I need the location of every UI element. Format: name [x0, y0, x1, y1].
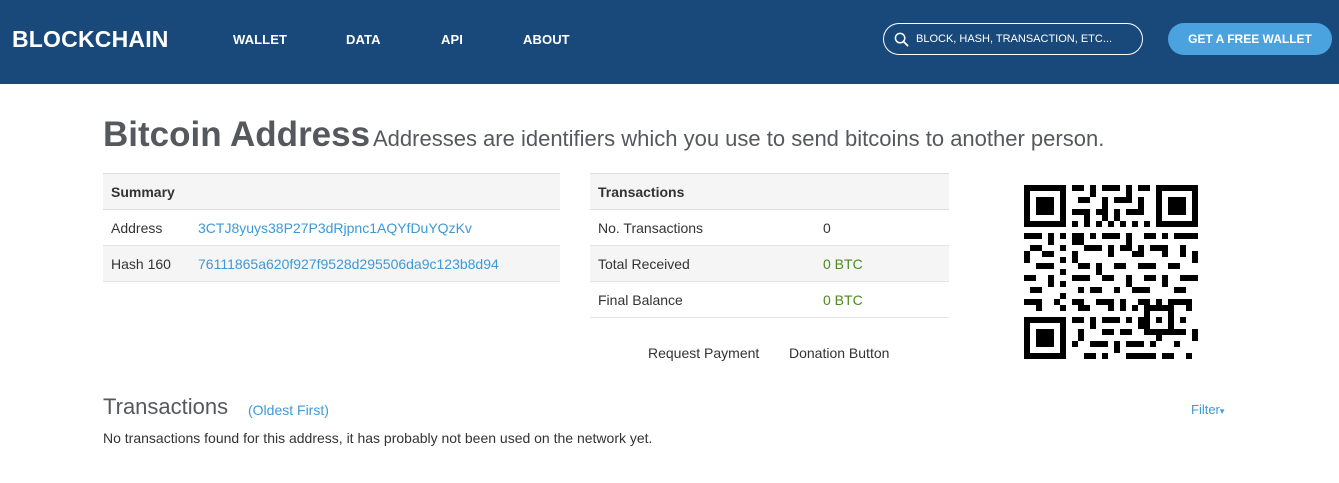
total-received-value: 0 BTC	[815, 245, 949, 282]
page-title: Bitcoin Address	[103, 115, 371, 154]
address-label: Address	[103, 209, 190, 246]
transactions-summary-table: Transactions No. Transactions 0 Total Re…	[590, 173, 949, 318]
search-box[interactable]	[883, 23, 1143, 55]
total-received-row: Total Received 0 BTC	[590, 245, 949, 282]
nav-about[interactable]: ABOUT	[523, 32, 570, 47]
tx-count-value: 0	[815, 209, 949, 246]
final-balance-value: 0 BTC	[815, 281, 949, 318]
empty-transactions-message: No transactions found for this address, …	[103, 430, 653, 446]
get-free-wallet-button[interactable]: GET A FREE WALLET	[1168, 23, 1332, 55]
final-balance-label: Final Balance	[590, 281, 815, 318]
transactions-heading: Transactions	[103, 394, 229, 419]
filter-dropdown[interactable]: Filter▾	[1191, 402, 1224, 417]
total-received-label: Total Received	[590, 245, 815, 282]
tx-count-row: No. Transactions 0	[590, 209, 949, 246]
nav-wallet[interactable]: WALLET	[233, 32, 287, 47]
filter-label: Filter	[1191, 402, 1220, 417]
hash160-label: Hash 160	[103, 245, 190, 282]
page-subtitle: Addresses are identifiers which you use …	[373, 126, 1105, 151]
nav-data[interactable]: DATA	[346, 32, 381, 47]
brand-logo[interactable]: BLOCKCHAIN	[12, 26, 169, 53]
final-balance-row: Final Balance 0 BTC	[590, 281, 949, 318]
address-value: 3CTJ8yuys38P27P3dRjpnc1AQYfDuYQzKv	[190, 209, 560, 246]
hash160-link[interactable]: 76111865a620f927f9528d295506da9c123b8d94	[198, 256, 499, 272]
caret-down-icon: ▾	[1219, 406, 1225, 416]
transactions-summary-header: Transactions	[590, 173, 949, 210]
summary-header: Summary	[103, 173, 560, 210]
search-input[interactable]	[916, 25, 1136, 53]
top-navbar: BLOCKCHAIN WALLET DATA API ABOUT GET A F…	[0, 0, 1339, 84]
tx-count-label: No. Transactions	[590, 209, 815, 246]
sort-order-toggle[interactable]: (Oldest First)	[248, 402, 329, 418]
request-payment-button[interactable]: Request Payment	[648, 345, 759, 361]
summary-row-address: Address 3CTJ8yuys38P27P3dRjpnc1AQYfDuYQz…	[103, 209, 560, 246]
hash160-value: 76111865a620f927f9528d295506da9c123b8d94	[190, 245, 560, 282]
summary-table: Summary Address 3CTJ8yuys38P27P3dRjpnc1A…	[103, 173, 560, 282]
address-link[interactable]: 3CTJ8yuys38P27P3dRjpnc1AQYfDuYQzKv	[198, 220, 472, 236]
donation-button[interactable]: Donation Button	[789, 345, 889, 361]
summary-row-hash160: Hash 160 76111865a620f927f9528d295506da9…	[103, 245, 560, 282]
nav-api[interactable]: API	[441, 32, 463, 47]
qr-code-icon	[1024, 185, 1198, 359]
search-icon	[894, 32, 909, 47]
